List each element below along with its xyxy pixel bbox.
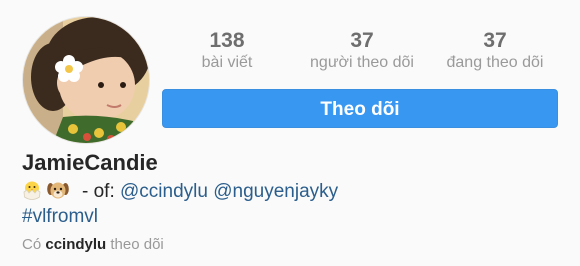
dog-face-icon [46, 178, 70, 202]
following-label: đang theo dõi [446, 54, 544, 71]
hatching-chick-icon [20, 178, 44, 202]
following-count: 37 [483, 29, 507, 52]
mention-link[interactable]: @nguyenjayky [213, 181, 338, 202]
followed-by: Có ccindylu theo dõi [22, 234, 164, 256]
posts-label: bài viết [201, 54, 253, 71]
avatar[interactable] [22, 16, 150, 144]
profile-bio: - of: @ccindylu @nguyenjayky [20, 178, 338, 204]
bio-prefix-text: - of: [82, 181, 115, 202]
followed-by-user-link[interactable]: ccindylu [45, 236, 106, 253]
avatar-photo [23, 17, 149, 143]
followers-count: 37 [350, 29, 374, 52]
followed-by-prefix: Có [22, 236, 42, 253]
posts-count: 138 [209, 29, 245, 52]
stat-posts: 138 bài viết [182, 30, 272, 74]
stat-followers[interactable]: 37 người theo dõi [294, 30, 430, 74]
followed-by-suffix: theo dõi [110, 236, 164, 253]
follow-button[interactable]: Theo dõi [162, 89, 558, 128]
profile-stats: 138 bài viết 37 người theo dõi 37 đang t… [162, 30, 558, 80]
mention-link[interactable]: @ccindylu [120, 181, 208, 202]
profile-username: JamieCandie [22, 150, 158, 175]
hashtag-link[interactable]: #vlfromvl [22, 204, 98, 230]
followers-label: người theo dõi [310, 54, 414, 71]
profile-header: 138 bài viết 37 người theo dõi 37 đang t… [0, 0, 580, 266]
stat-following[interactable]: 37 đang theo dõi [432, 30, 558, 74]
